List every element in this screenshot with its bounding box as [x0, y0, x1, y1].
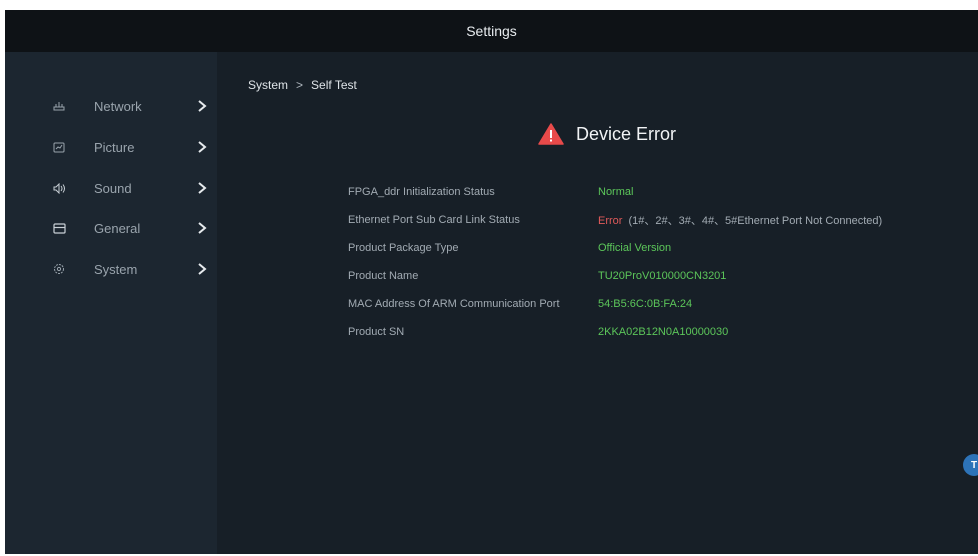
title-bar: Settings [5, 10, 978, 52]
info-row-key: FPGA_ddr Initialization Status [348, 186, 495, 198]
main-content: System > Self Test Device Error FPGA_ddr… [217, 52, 978, 554]
sound-icon [52, 181, 66, 195]
floating-assist-button[interactable]: T [963, 454, 978, 476]
sidebar-item-label: General [94, 220, 141, 236]
sidebar-item-label: System [94, 261, 138, 277]
sidebar-item-sound[interactable]: Sound [5, 173, 217, 203]
info-row-key: Product SN [348, 326, 405, 338]
status-header: Device Error [538, 120, 676, 148]
chevron-right-icon [198, 141, 207, 153]
network-icon [52, 99, 66, 113]
chevron-right-icon [198, 263, 207, 275]
info-row-key: MAC Address Of ARM Communication Port [348, 298, 560, 310]
error-detail-text: (1#、2#、3#、4#、5#Ethernet Port Not Connect… [628, 215, 883, 227]
chevron-right-icon [198, 100, 207, 112]
info-row: FPGA_ddr Initialization Status Normal [348, 183, 948, 201]
info-row-key: Product Package Type [348, 242, 459, 254]
info-row: Ethernet Port Sub Card Link Status Error… [348, 211, 948, 229]
info-row: MAC Address Of ARM Communication Port 54… [348, 295, 948, 313]
sidebar-item-label: Picture [94, 139, 135, 155]
info-row: Product Name TU20ProV010000CN3201 [348, 267, 948, 285]
info-row-value: 54:B5:6C:0B:FA:24 [598, 298, 693, 310]
info-row: Product Package Type Official Version [348, 239, 948, 257]
info-row: Product SN 2KKA02B12N0A10000030 [348, 323, 948, 341]
sidebar-item-label: Sound [94, 180, 132, 196]
sidebar-item-label: Network [94, 98, 142, 114]
info-row-key: Product Name [348, 270, 419, 282]
warning-icon [538, 123, 564, 145]
breadcrumb-parent[interactable]: System [248, 78, 288, 92]
breadcrumb: System > Self Test [248, 78, 357, 92]
info-row-value: Official Version [598, 242, 672, 254]
info-row-value: 2KKA02B12N0A10000030 [598, 326, 729, 338]
breadcrumb-separator: > [296, 78, 304, 92]
sidebar-item-system[interactable]: System [5, 254, 217, 284]
system-icon [52, 262, 66, 276]
breadcrumb-current: Self Test [311, 78, 357, 92]
sidebar-item-network[interactable]: Network [5, 91, 217, 121]
window-title: Settings [466, 23, 517, 39]
info-row-value: Error (1#、2#、3#、4#、5#Ethernet Port Not Co… [598, 212, 882, 228]
info-row-value: Normal [598, 186, 634, 198]
sidebar: Network Picture Sound General System [5, 52, 217, 554]
settings-screen: Settings Network Picture Sound General S… [5, 10, 978, 554]
error-status-text: Error [598, 215, 623, 227]
picture-icon [52, 140, 66, 154]
info-row-key: Ethernet Port Sub Card Link Status [348, 214, 520, 226]
sidebar-item-picture[interactable]: Picture [5, 132, 217, 162]
sidebar-item-general[interactable]: General [5, 213, 217, 243]
chevron-right-icon [198, 222, 207, 234]
chevron-right-icon [198, 182, 207, 194]
info-row-value: TU20ProV010000CN3201 [598, 270, 727, 282]
floating-button-label: T [970, 459, 978, 471]
general-icon [52, 221, 66, 235]
status-title: Device Error [576, 123, 677, 144]
